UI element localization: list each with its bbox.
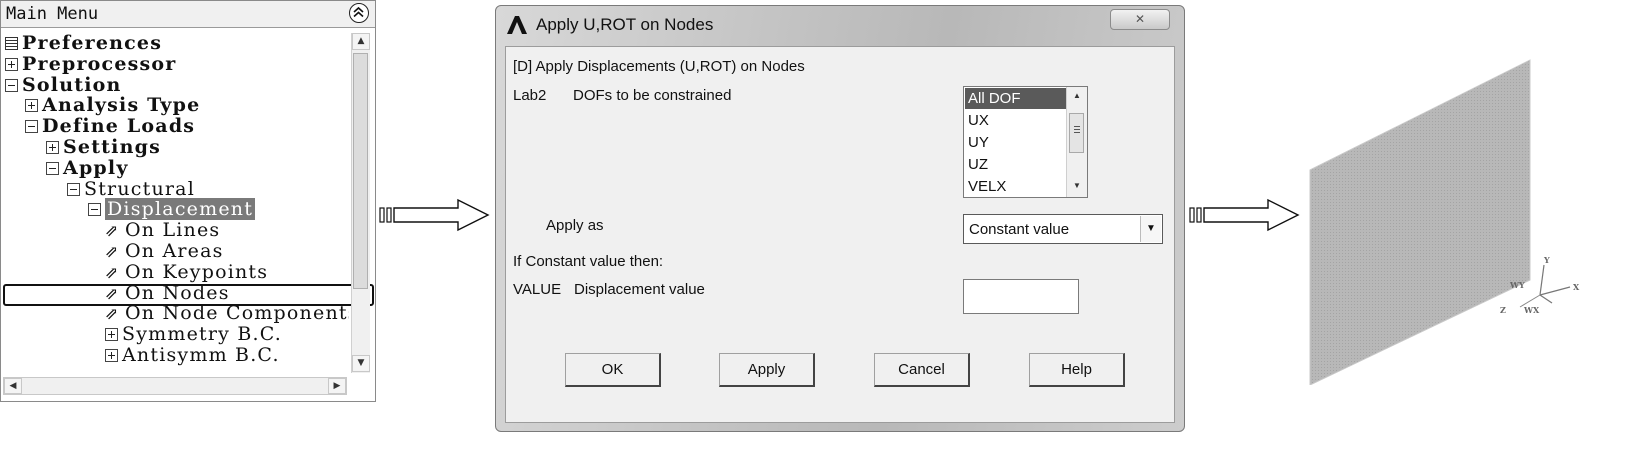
expand-icon (25, 99, 38, 113)
collapse-node-icon (25, 120, 38, 134)
menu-item-label: Preferences (22, 33, 163, 54)
close-icon[interactable]: ✕ (1110, 9, 1170, 30)
menu-item-on-keypoints[interactable]: ⇗ On Keypoints (105, 260, 269, 283)
scroll-up-icon[interactable]: ▲ (1067, 87, 1087, 105)
main-menu-titlebar: Main Menu (1, 1, 375, 28)
menu-item-label: Symmetry B.C. (122, 323, 283, 346)
dialog-content: [D] Apply Displacements (U,ROT) on Nodes… (505, 46, 1175, 423)
menu-item-displacement[interactable]: Displacement (88, 198, 256, 221)
doc-icon (5, 37, 18, 50)
triad-label-z: Z (1500, 305, 1506, 315)
expand-icon (105, 328, 118, 342)
value-description: Displacement value (574, 281, 705, 298)
menu-item-analysis-type[interactable]: Analysis Type (25, 95, 200, 116)
expand-icon (105, 349, 118, 362)
menu-item-label: On Areas (125, 240, 224, 262)
menu-item-label: On Lines (125, 219, 221, 242)
menu-item-on-node-components[interactable]: ⇗ On Node Components (105, 303, 349, 324)
menu-horizontal-scrollbar[interactable]: ◀ ▶ (3, 377, 347, 395)
menu-item-on-areas[interactable]: ⇗ On Areas (105, 241, 224, 262)
menu-item-label: On Keypoints (125, 260, 269, 283)
axis-triad-icon (1519, 264, 1571, 308)
menu-item-label: Displacement (105, 198, 256, 221)
expand-icon (46, 141, 59, 154)
on-nodes-highlight-box (3, 284, 374, 306)
coordinate-triad: Y X WY Z WX (1500, 255, 1580, 325)
menu-item-label: Structural (84, 177, 195, 200)
menu-item-label: Settings (63, 136, 161, 158)
menu-item-on-lines[interactable]: ⇗ On Lines (105, 220, 220, 241)
scroll-left-icon[interactable]: ◀ (4, 378, 22, 394)
apply-as-label: Apply as (546, 217, 604, 234)
lab2-key: Lab2 (513, 87, 547, 104)
flow-arrow-icon (379, 198, 490, 232)
menu-item-label: Apply (63, 156, 129, 179)
dof-option[interactable]: VELX (965, 176, 1068, 197)
menu-item-label: Solution (22, 73, 122, 96)
triad-label-wy: WY (1510, 280, 1525, 290)
collapse-node-icon (46, 161, 59, 175)
triad-label-y: Y (1544, 255, 1550, 265)
apply-button[interactable]: Apply (719, 353, 815, 387)
menu-item-label: Define Loads (42, 115, 196, 138)
cancel-button[interactable]: Cancel (874, 353, 970, 387)
menu-tree: Preferences Preprocessor Solution Analysis … (1, 33, 349, 369)
pick-arrow-icon: ⇗ (105, 221, 120, 241)
collapse-node-icon (67, 182, 80, 196)
scroll-down-icon[interactable]: ▼ (352, 355, 370, 372)
apply-as-dropdown[interactable]: Constant value ▼ (963, 214, 1163, 244)
value-key: VALUE (513, 281, 562, 298)
if-constant-text: If Constant value then: (513, 253, 664, 270)
apply-as-value: Constant value (969, 221, 1070, 238)
main-menu-title: Main Menu (6, 4, 99, 24)
triad-label-x: X (1573, 282, 1580, 292)
help-button[interactable]: Help (1029, 353, 1125, 387)
scroll-down-icon[interactable]: ▼ (1067, 177, 1087, 195)
dof-option[interactable]: UY (965, 132, 1068, 153)
menu-item-label: Preprocessor (22, 52, 177, 75)
displacement-value-input[interactable] (963, 279, 1079, 314)
main-menu-panel: Main Menu Preferences Preprocessor Solutio… (0, 0, 376, 402)
dof-option[interactable]: UX (965, 110, 1068, 131)
dof-option[interactable]: UZ (965, 154, 1068, 175)
dof-scrollbar[interactable]: ▲ ▼ (1066, 87, 1087, 197)
plate-model-render (1309, 59, 1531, 385)
dof-scroll-thumb[interactable] (1069, 113, 1084, 153)
menu-scroll-thumb[interactable] (353, 53, 368, 289)
menu-item-solution[interactable]: Solution (5, 73, 122, 96)
dialog-header-text: [D] Apply Displacements (U,ROT) on Nodes (513, 58, 805, 75)
collapse-icon[interactable] (349, 3, 369, 23)
menu-item-label: Antisymm B.C. (122, 344, 280, 366)
triad-label-wx: WX (1524, 305, 1540, 315)
menu-item-define-loads[interactable]: Define Loads (25, 116, 195, 137)
lab2-description: DOFs to be constrained (573, 87, 732, 104)
menu-vertical-scrollbar[interactable]: ▲ ▼ (351, 33, 370, 373)
menu-item-preprocessor[interactable]: Preprocessor (5, 52, 177, 75)
menu-item-antisymm-b-c[interactable]: Antisymm B.C. (105, 345, 280, 366)
menu-item-label: Analysis Type (42, 94, 201, 117)
ok-button[interactable]: OK (565, 353, 661, 387)
dof-option[interactable]: All DOF (965, 88, 1068, 109)
scroll-up-icon[interactable]: ▲ (352, 33, 370, 50)
dialog-title: Apply U,ROT on Nodes (536, 15, 714, 34)
expand-icon (5, 57, 18, 71)
collapse-node-icon (88, 203, 101, 217)
pick-arrow-icon: ⇗ (105, 242, 120, 261)
menu-item-preferences[interactable]: Preferences (5, 33, 162, 54)
pick-arrow-icon: ⇗ (105, 262, 120, 282)
dialog-titlebar[interactable]: Apply U,ROT on Nodes ✕ (496, 6, 1184, 44)
collapse-node-icon (5, 78, 18, 92)
menu-item-symmetry-b-c[interactable]: Symmetry B.C. (105, 324, 282, 345)
scroll-right-icon[interactable]: ▶ (328, 378, 346, 394)
dropdown-arrow-icon[interactable]: ▼ (1140, 216, 1161, 242)
dof-listbox[interactable]: All DOF UX UY UZ VELX ▲ ▼ (963, 86, 1088, 198)
menu-item-settings[interactable]: Settings (46, 137, 161, 158)
apply-urot-dialog: Apply U,ROT on Nodes ✕ [D] Apply Displac… (495, 5, 1185, 432)
flow-arrow-icon (1189, 198, 1300, 232)
pick-arrow-icon: ⇗ (105, 304, 120, 324)
menu-item-structural[interactable]: Structural (67, 177, 195, 200)
menu-item-apply[interactable]: Apply (46, 156, 129, 179)
app-logo-icon (507, 16, 527, 34)
